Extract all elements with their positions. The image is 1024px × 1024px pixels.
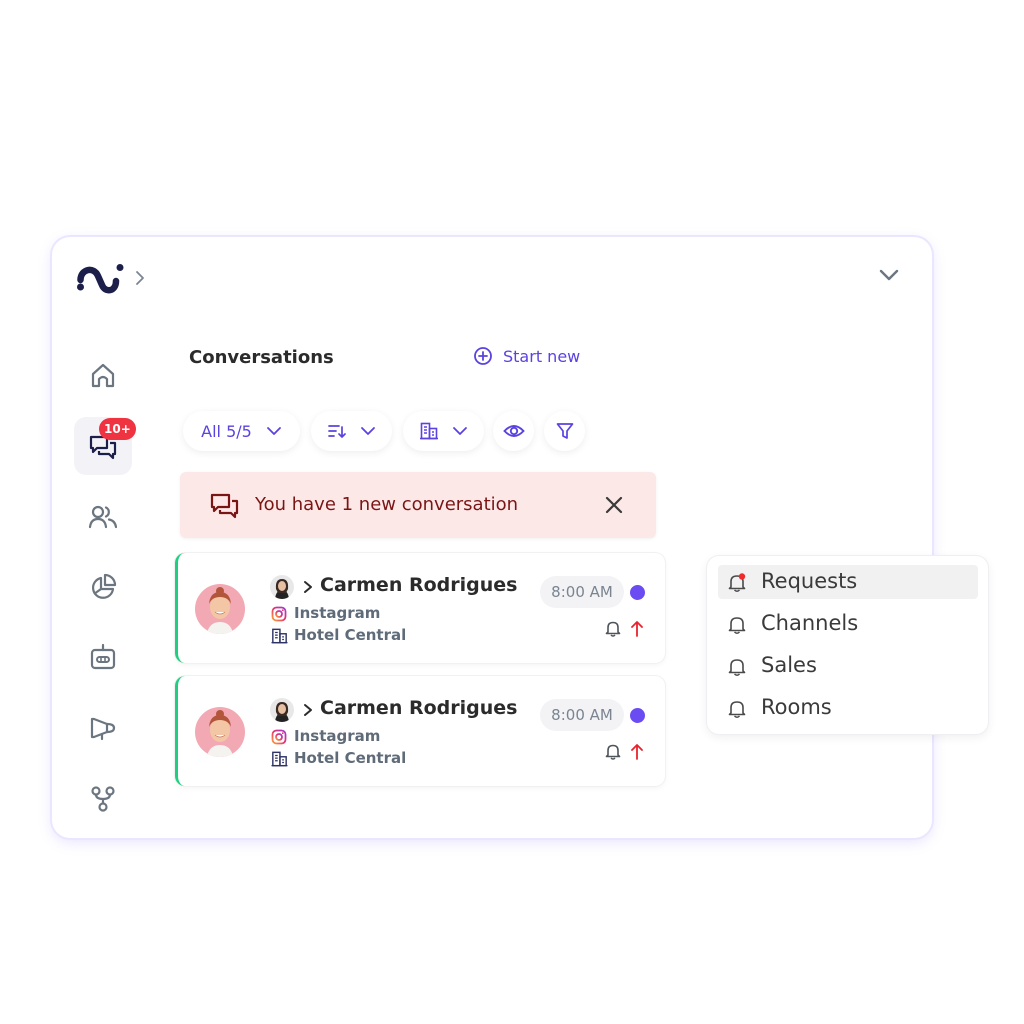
bell-icon <box>728 573 746 592</box>
sidebar-item-campaigns[interactable] <box>74 699 132 757</box>
users-icon <box>88 505 118 529</box>
notifications-menu: Requests Channels Sales Rooms <box>707 556 988 734</box>
sidebar-item-reports[interactable] <box>74 558 132 616</box>
chevron-down-icon <box>452 427 467 435</box>
building-icon <box>271 628 288 644</box>
sidebar-item-home[interactable] <box>74 347 132 405</box>
chevron-down-icon <box>266 427 281 435</box>
menu-item-label: Channels <box>761 611 859 635</box>
instagram-icon <box>271 606 287 622</box>
menu-item-requests[interactable]: Requests <box>718 565 978 599</box>
status-filter-label: All 5/5 <box>201 421 252 441</box>
conversation-card[interactable]: Carmen Rodrigues Instagram Hotel Central… <box>175 553 665 663</box>
logo-icon <box>77 264 124 294</box>
sidebar-item-contacts[interactable] <box>74 488 132 546</box>
bell-icon[interactable] <box>605 743 621 760</box>
channel-name: Instagram <box>294 604 381 622</box>
new-conversation-alert: You have 1 new conversation <box>180 472 656 538</box>
arrow-up-icon <box>631 744 643 760</box>
bell-icon <box>728 617 746 634</box>
filter-icon <box>556 423 573 439</box>
view-toggle-button[interactable] <box>493 411 534 451</box>
building-icon <box>419 422 438 440</box>
pie-chart-icon <box>92 573 117 599</box>
bell-icon <box>728 659 746 676</box>
status-filter-dropdown[interactable]: All 5/5 <box>183 411 300 451</box>
bell-icon[interactable] <box>605 620 621 637</box>
contact-name: Carmen Rodrigues <box>320 697 518 719</box>
menu-item-channels[interactable]: Channels <box>718 607 978 641</box>
agent-avatar <box>270 698 294 722</box>
app-window: 10+ Conversations Start new All 5/5 You … <box>52 237 932 838</box>
filter-button[interactable] <box>544 411 585 451</box>
chat-bubbles-icon <box>210 493 239 519</box>
sort-icon <box>327 425 346 438</box>
property-dropdown[interactable] <box>403 411 484 451</box>
timestamp: 8:00 AM <box>540 699 624 731</box>
alert-message: You have 1 new conversation <box>255 494 519 515</box>
contact-avatar <box>195 707 245 757</box>
channel-name: Instagram <box>294 727 381 745</box>
unread-indicator <box>630 585 645 600</box>
megaphone-icon <box>90 717 116 741</box>
property-name: Hotel Central <box>294 749 407 767</box>
chevron-down-icon[interactable] <box>878 267 900 283</box>
timestamp: 8:00 AM <box>540 576 624 608</box>
menu-item-sales[interactable]: Sales <box>718 649 978 683</box>
arrow-up-icon <box>631 621 643 637</box>
close-icon[interactable] <box>604 495 624 515</box>
sidebar-item-integrations[interactable] <box>74 770 132 828</box>
instagram-icon <box>271 729 287 745</box>
unread-count-badge: 10+ <box>99 418 136 440</box>
home-icon <box>91 363 115 388</box>
menu-item-label: Sales <box>761 653 817 677</box>
agent-avatar <box>270 575 294 599</box>
sidebar-item-conversations[interactable]: 10+ <box>74 417 136 475</box>
contact-avatar <box>195 584 245 634</box>
building-icon <box>271 751 288 767</box>
chevron-down-icon <box>360 427 375 435</box>
flow-icon <box>91 786 115 812</box>
unread-indicator <box>630 708 645 723</box>
menu-item-label: Requests <box>761 569 858 593</box>
robot-icon <box>90 643 116 670</box>
contact-name: Carmen Rodrigues <box>320 574 518 596</box>
bell-icon <box>728 701 746 718</box>
chevron-right-icon <box>304 704 312 716</box>
page-title: Conversations <box>189 347 334 368</box>
sidebar-item-bots[interactable] <box>74 628 132 686</box>
start-new-button[interactable]: Start new <box>473 346 580 366</box>
plus-circle-icon <box>474 347 492 365</box>
chevron-right-icon[interactable] <box>134 270 146 286</box>
menu-item-rooms[interactable]: Rooms <box>718 691 978 725</box>
sort-dropdown[interactable] <box>311 411 392 451</box>
property-name: Hotel Central <box>294 626 407 644</box>
conversation-card[interactable]: Carmen Rodrigues Instagram Hotel Central… <box>175 676 665 786</box>
eye-icon <box>502 425 525 437</box>
menu-item-label: Rooms <box>761 695 832 719</box>
start-new-label: Start new <box>503 346 581 366</box>
chevron-right-icon <box>304 581 312 593</box>
